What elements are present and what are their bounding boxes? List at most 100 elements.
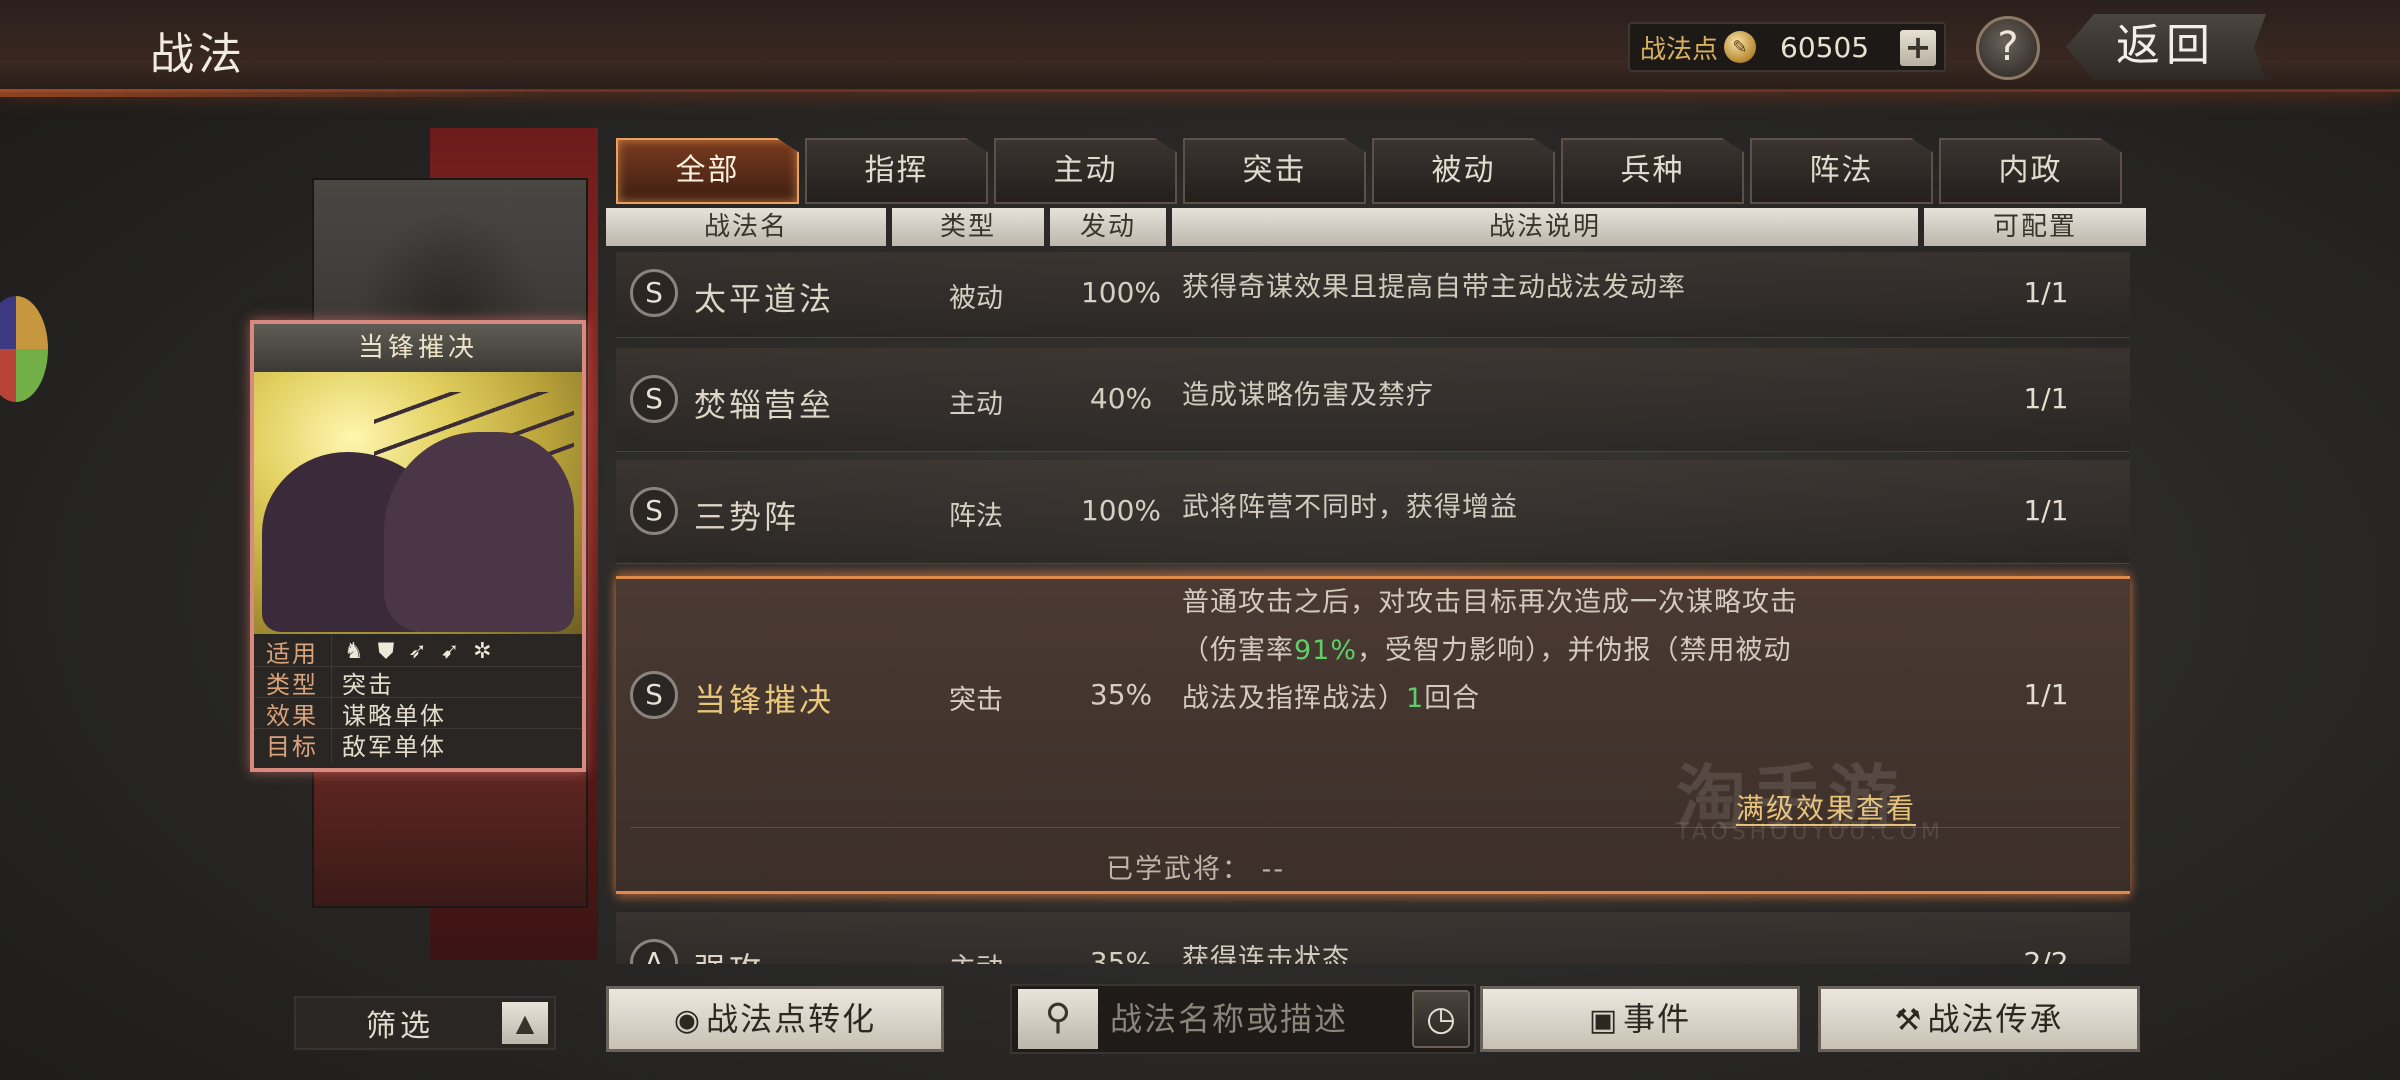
tactic-type: 被动 <box>949 283 1003 314</box>
desc-part: （伤害率 <box>1182 635 1294 666</box>
card-key: 效果 <box>254 695 332 731</box>
tactic-rate: 35% <box>1089 678 1153 711</box>
column-header-name[interactable]: 战法名 <box>606 208 886 246</box>
selected-skill-card: 当锋摧决 适用 ♞ ⛊ ➶ ➹ ✲ 类型 突击 效果 谋略单体 目标 敌军单体 <box>250 320 586 772</box>
table-row-selected[interactable]: S 当锋摧决 突击 35% 普通攻击之后，对攻击目标再次造成一次谋略攻击 （伤害… <box>616 576 2130 894</box>
table-row[interactable]: S 太平道法 被动 100% 获得奇谋效果且提高自带主动战法发动率 1/1 <box>616 252 2130 338</box>
back-button[interactable]: 返回 <box>2066 14 2266 80</box>
table-row[interactable]: A 强攻 主动 35% 获得连击状态 2/2 <box>616 912 2130 964</box>
tactic-points-label: 战法点 <box>1640 34 1719 65</box>
events-label: 事件 <box>1623 1000 1692 1038</box>
tactic-count: 1/1 <box>2023 494 2069 527</box>
column-header-type[interactable]: 类型 <box>892 208 1044 246</box>
card-row-type: 类型 突击 <box>254 664 582 700</box>
tactic-desc: 普通攻击之后，对攻击目标再次造成一次谋略攻击 （伤害率91%，受智力影响），并伪… <box>1182 579 1922 723</box>
convert-points-button[interactable]: ◉ 战法点转化 <box>606 986 944 1052</box>
tactic-desc: 获得奇谋效果且提高自带主动战法发动率 <box>1182 272 1686 303</box>
tactic-points-value: 60505 <box>1780 30 1870 64</box>
tab-internal[interactable]: 内政 <box>1939 138 2122 204</box>
events-button[interactable]: ▣ 事件 <box>1480 986 1800 1052</box>
card-value: 敌军单体 <box>342 733 446 761</box>
column-header-count[interactable]: 可配置 <box>1924 208 2146 246</box>
card-title: 当锋摧决 <box>254 324 582 372</box>
desc-part: ，受智力影响），并伪报（禁用被动 <box>1357 635 1792 666</box>
add-points-button[interactable]: + <box>1900 30 1936 66</box>
tactic-count: 2/2 <box>2023 946 2069 964</box>
tactic-name: 太平道法 <box>694 280 835 318</box>
grade-badge: A <box>630 939 678 964</box>
cavalry-icon: ♞ <box>344 638 364 664</box>
tactics-list[interactable]: S 太平道法 被动 100% 获得奇谋效果且提高自带主动战法发动率 1/1 S … <box>606 252 2140 964</box>
tactic-count: 1/1 <box>2023 276 2069 309</box>
tab-passive[interactable]: 被动 <box>1372 138 1555 204</box>
table-row[interactable]: S 三势阵 阵法 100% 武将阵营不同时，获得增益 1/1 <box>616 460 2130 564</box>
tactic-type: 突击 <box>949 685 1003 716</box>
tactic-inherit-label: 战法传承 <box>1927 1000 2064 1038</box>
tactic-type: 主动 <box>949 389 1003 420</box>
damage-rate-highlight: 91% <box>1294 635 1358 666</box>
tab-formation[interactable]: 阵法 <box>1750 138 1933 204</box>
card-row-applicable: 适用 ♞ ⛊ ➶ ➹ ✲ <box>254 633 582 669</box>
search-input[interactable] <box>1110 991 1390 1047</box>
column-header-desc: 战法说明 <box>1172 208 1918 246</box>
table-row[interactable]: S 焚辎营垒 主动 40% 造成谋略伤害及禁疗 1/1 <box>616 348 2130 452</box>
card-value: 突击 <box>342 670 394 699</box>
tactic-type: 阵法 <box>949 501 1003 532</box>
tactic-desc: 造成谋略伤害及禁疗 <box>1182 380 1434 411</box>
page-title: 战法 <box>150 29 246 80</box>
tactic-desc: 获得连击状态 <box>1182 944 1350 964</box>
tactic-type: 主动 <box>936 946 1016 964</box>
card-key: 类型 <box>254 664 332 700</box>
help-button[interactable]: ? <box>1976 16 2040 80</box>
tactic-rate: 100% <box>1080 276 1162 309</box>
troop-type-icons: ♞ ⛊ ➶ ➹ ✲ <box>332 639 492 664</box>
side-menu-gem-icon[interactable] <box>0 296 48 402</box>
card-row-target: 目标 敌军单体 <box>254 727 582 762</box>
card-info: 适用 ♞ ⛊ ➶ ➹ ✲ 类型 突击 效果 谋略单体 目标 敌军单体 <box>254 633 582 762</box>
tactic-count: 1/1 <box>2023 382 2069 415</box>
convert-points-label: 战法点转化 <box>706 1000 877 1038</box>
tactic-name: 焚辎营垒 <box>694 386 835 424</box>
column-header-rate[interactable]: 发动 <box>1050 208 1166 246</box>
category-tabs: 全部 指挥 主动 突击 被动 兵种 阵法 内政 <box>616 138 2122 204</box>
tab-troop[interactable]: 兵种 <box>1561 138 1744 204</box>
tactic-name: 强攻 <box>694 944 764 964</box>
card-artwork <box>254 372 582 634</box>
table-header: 战法名 类型 发动 战法说明 可配置 <box>606 208 2146 246</box>
tactic-count: 1/1 <box>2023 678 2069 711</box>
tab-command[interactable]: 指挥 <box>805 138 988 204</box>
tab-assault[interactable]: 突击 <box>1183 138 1366 204</box>
desc-part: 回合 <box>1424 683 1481 714</box>
tactic-rate: 100% <box>1080 494 1162 527</box>
duration-highlight: 1 <box>1406 683 1425 714</box>
grade-badge: S <box>630 671 678 719</box>
tactic-inherit-button[interactable]: ⚒ 战法传承 <box>1818 986 2140 1052</box>
grade-badge: S <box>630 375 678 423</box>
tactic-point-coin-icon: ✎ <box>1724 31 1757 63</box>
learned-generals: 已学武将： -- <box>1106 854 1286 885</box>
history-clock-icon[interactable]: ◷ <box>1412 990 1470 1048</box>
wheel-icon: ✲ <box>473 638 492 664</box>
tactic-points-box: 战法点 ✎ 60505 + <box>1628 22 1946 72</box>
tactic-name: 当锋摧决 <box>694 681 835 719</box>
grade-badge: S <box>630 269 678 317</box>
desc-part: 普通攻击之后，对攻击目标再次造成一次谋略攻击 <box>1182 587 1798 618</box>
hammer-icon: ⚒ <box>1894 1003 1924 1038</box>
tactic-rate: 35% <box>1089 946 1153 964</box>
card-value: 谋略单体 <box>342 701 446 730</box>
card-key: 适用 <box>254 633 332 669</box>
shield-icon: ⛊ <box>377 638 395 664</box>
tab-all[interactable]: 全部 <box>616 138 799 204</box>
event-alert-icon: ▣ <box>1588 1003 1620 1038</box>
spear-icon: ➹ <box>440 638 460 664</box>
search-icon[interactable]: ⚲ <box>1018 989 1098 1049</box>
filter-label: 筛选 <box>366 1009 434 1044</box>
tactic-point-icon: ◉ <box>673 1003 703 1038</box>
tab-active[interactable]: 主动 <box>994 138 1177 204</box>
bow-icon: ➶ <box>408 638 427 664</box>
filter-control[interactable]: 筛选 ▲ <box>294 996 556 1050</box>
filter-toggle-arrow-icon[interactable]: ▲ <box>502 1002 548 1044</box>
search-bar: ⚲ ◷ <box>1010 984 1476 1054</box>
tactic-name: 三势阵 <box>694 498 800 536</box>
grade-badge: S <box>630 487 678 535</box>
